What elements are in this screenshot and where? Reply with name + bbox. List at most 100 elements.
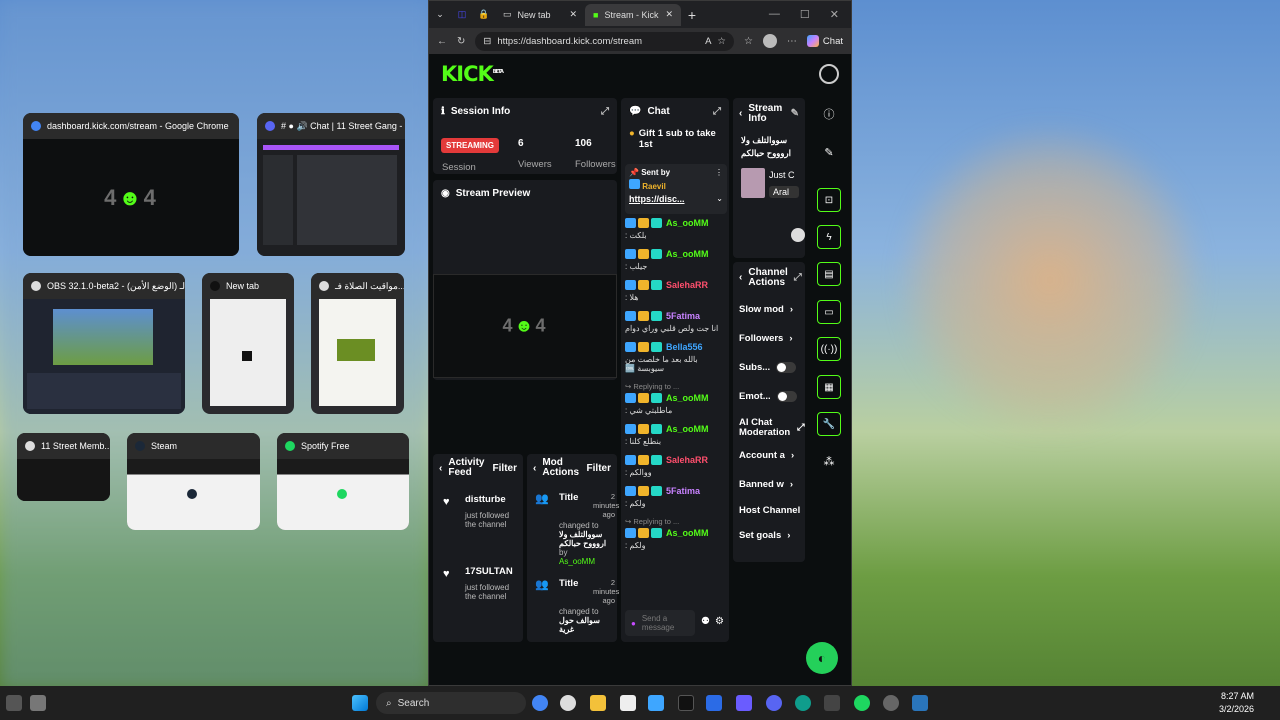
clock[interactable]: 8:27 AM 3/2/2026 bbox=[1219, 690, 1254, 716]
workspaces-icon[interactable]: ◫ bbox=[451, 4, 473, 26]
more-icon[interactable]: ⋯ bbox=[787, 36, 797, 47]
tiktok-icon[interactable] bbox=[678, 695, 694, 711]
store-icon[interactable] bbox=[706, 695, 722, 711]
broadcast-button[interactable]: ((·)) bbox=[817, 337, 841, 361]
pinned-link[interactable]: https://disc... bbox=[629, 194, 685, 204]
stream-preview-video[interactable]: 4☻4 bbox=[433, 274, 617, 378]
tab-new-tab[interactable]: ▭ New tab ✕ bbox=[495, 4, 585, 26]
profile-avatar[interactable] bbox=[762, 34, 777, 48]
mic-icon[interactable]: ● bbox=[631, 619, 636, 628]
chat-message[interactable]: Bella556 بالله بعد ما خلصت من سيوبسة 🆒 bbox=[625, 342, 725, 373]
subs-only-action[interactable]: Subs... bbox=[739, 362, 797, 373]
window-thumb-newtab[interactable]: New tab bbox=[202, 273, 294, 414]
layout-button[interactable]: ▦ bbox=[817, 375, 841, 399]
slow-mode-action[interactable]: Slow mod › bbox=[739, 304, 793, 315]
url-field[interactable]: ⊟ https://dashboard.kick.com/stream A ☆ bbox=[475, 31, 734, 51]
chat-message[interactable]: ↪ Replying to ... As_ooMM ماطلبتي شي : bbox=[625, 382, 725, 415]
chat-username[interactable]: 5Fatima bbox=[666, 486, 700, 496]
chat-message[interactable]: SalehaRR ووالكم : bbox=[625, 455, 725, 477]
chevron-down-icon[interactable]: ⌄ bbox=[716, 194, 723, 204]
edit-icon[interactable]: ✎ bbox=[791, 109, 799, 119]
favorites-icon[interactable]: ☆ bbox=[744, 36, 753, 47]
copilot-taskbar-icon[interactable] bbox=[648, 695, 664, 711]
help-fab-button[interactable]: ◐ bbox=[806, 642, 838, 674]
emotes-toggle[interactable] bbox=[776, 391, 797, 402]
chat-username[interactable]: Bella556 bbox=[666, 342, 703, 352]
read-aloud-icon[interactable]: A bbox=[705, 36, 711, 47]
subs-toggle[interactable] bbox=[776, 362, 797, 373]
back-icon[interactable]: ← bbox=[437, 36, 447, 47]
site-info-icon[interactable]: ⊟ bbox=[483, 36, 491, 47]
filter-button[interactable]: Filter bbox=[493, 463, 517, 474]
expand-icon[interactable]: ⤢ bbox=[794, 273, 802, 283]
chat-username[interactable]: SalehaRR bbox=[666, 455, 708, 465]
chat-message[interactable]: SalehaRR هلا : bbox=[625, 280, 725, 302]
emote-icon[interactable]: ⚉ bbox=[701, 616, 710, 627]
new-tab-button[interactable]: + bbox=[681, 4, 703, 26]
set-goals-action[interactable]: Set goals › bbox=[739, 530, 790, 541]
more-vertical-icon[interactable]: ⋮ bbox=[715, 168, 723, 177]
chat-bubble-button[interactable]: ▭ bbox=[817, 300, 841, 324]
tab-actions-button[interactable]: ⌄ bbox=[429, 4, 451, 26]
favorite-star-icon[interactable]: ☆ bbox=[717, 36, 726, 47]
host-channel-action[interactable]: Host Channel bbox=[739, 505, 800, 516]
wrench-button[interactable]: 🔧 bbox=[817, 412, 841, 436]
window-thumb-spotify[interactable]: Spotify Free bbox=[277, 433, 409, 530]
edge-icon[interactable] bbox=[795, 695, 811, 711]
info-button[interactable]: ⓘ bbox=[817, 102, 841, 126]
close-window-icon[interactable]: ✕ bbox=[830, 8, 839, 21]
discord-taskbar-icon[interactable] bbox=[766, 695, 782, 711]
chevron-left-icon[interactable]: ‹ bbox=[439, 463, 442, 474]
copilot-chat-button[interactable]: Chat bbox=[806, 35, 843, 47]
taskbar-search[interactable]: ⌕ Search bbox=[376, 692, 526, 714]
globe-icon[interactable] bbox=[819, 64, 839, 84]
settings-icon[interactable]: ⚙ bbox=[715, 616, 724, 627]
followers-only-action[interactable]: Followers › bbox=[739, 333, 793, 344]
spotify-taskbar-icon[interactable] bbox=[854, 695, 870, 711]
pinned-tab[interactable]: 🔒 bbox=[473, 4, 495, 26]
chat-username[interactable]: 5Fatima bbox=[666, 311, 700, 321]
window-thumb-members[interactable]: 11 Street Memb... bbox=[17, 433, 110, 501]
flash-button[interactable]: ϟ bbox=[817, 225, 841, 249]
phone-link-icon[interactable] bbox=[736, 695, 752, 711]
chat-username[interactable]: As_ooMM bbox=[666, 393, 709, 403]
terminal-icon[interactable] bbox=[824, 695, 840, 711]
chat-username[interactable]: As_ooMM bbox=[666, 424, 709, 434]
share-button[interactable]: ⁂ bbox=[817, 449, 841, 473]
tab-kick-stream[interactable]: ■ Stream - Kick ✕ bbox=[585, 3, 681, 26]
window-thumb-discord[interactable]: # ● 🔊 Chat | 11 Street Gang - D... bbox=[257, 113, 405, 256]
chat-message[interactable]: 5Fatima ولكم : bbox=[625, 486, 725, 508]
close-icon[interactable]: ✕ bbox=[569, 9, 577, 20]
expand-icon[interactable]: ⤢ bbox=[601, 106, 609, 117]
chevron-left-icon[interactable]: ‹ bbox=[739, 273, 742, 283]
obs-tray-icon[interactable] bbox=[883, 695, 899, 711]
sent-by-user[interactable]: Raevil bbox=[642, 182, 666, 191]
expand-icon[interactable]: ⤢ bbox=[713, 106, 721, 117]
pinned-message[interactable]: 📌 Sent by ⋮ Raevil https://disc... ⌄ bbox=[625, 164, 727, 214]
chat-input[interactable]: ● Send a message bbox=[625, 610, 695, 636]
emotes-only-action[interactable]: Emot... bbox=[739, 391, 797, 402]
calendar-icon[interactable] bbox=[620, 695, 636, 711]
filter-button[interactable]: Filter bbox=[587, 463, 611, 474]
chrome-taskbar-icon[interactable] bbox=[532, 695, 548, 711]
ai-moderation-action[interactable]: AI Chat Moderation ⤢ bbox=[739, 418, 805, 438]
minimize-icon[interactable]: — bbox=[769, 8, 780, 21]
maximize-icon[interactable]: ☐ bbox=[800, 8, 810, 21]
window-thumb-prayer[interactable]: مواقيت الصلاة فـ... bbox=[311, 273, 404, 414]
obs-taskbar-icon[interactable] bbox=[560, 695, 576, 711]
kick-logo[interactable]: KICKBETA bbox=[441, 62, 504, 86]
chat-message[interactable]: ↪ Replying to ... As_ooMM ولكم : bbox=[625, 517, 725, 550]
chat-username[interactable]: As_ooMM bbox=[666, 218, 709, 228]
window-thumb-obs[interactable]: OBS 32.1.0-beta2 - الـ (الوضع الأمن) bbox=[23, 273, 185, 414]
chat-message[interactable]: As_ooMM جيلب : bbox=[625, 249, 725, 271]
window-thumb-chrome[interactable]: dashboard.kick.com/stream - Google Chrom… bbox=[23, 113, 239, 256]
explorer-icon[interactable] bbox=[590, 695, 606, 711]
window-thumb-steam[interactable]: Steam bbox=[127, 433, 260, 530]
chat-username[interactable]: As_ooMM bbox=[666, 528, 709, 538]
chat-username[interactable]: SalehaRR bbox=[666, 280, 708, 290]
notes-button[interactable]: ▤ bbox=[817, 262, 841, 286]
widgets-icon[interactable] bbox=[6, 695, 22, 711]
edit-button[interactable]: ✎ bbox=[817, 140, 841, 164]
account-age-action[interactable]: Account a › bbox=[739, 450, 794, 461]
feed-username[interactable]: 17SULTAN bbox=[465, 566, 521, 577]
